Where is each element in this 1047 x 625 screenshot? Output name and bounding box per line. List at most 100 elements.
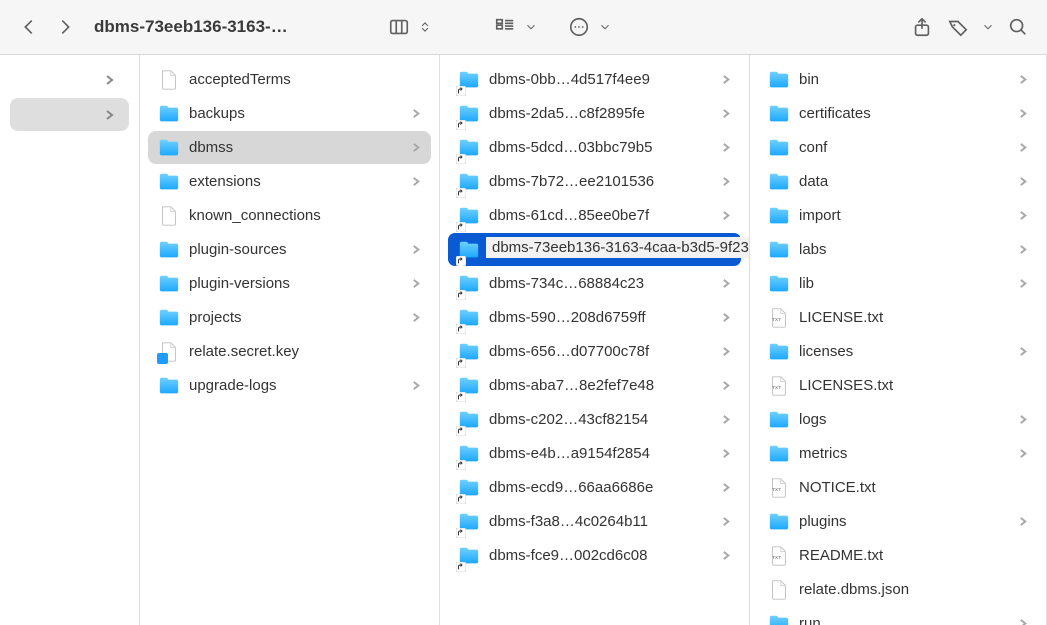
folder-icon: [768, 69, 790, 91]
group-button[interactable]: [488, 10, 522, 44]
folder-icon: [458, 341, 480, 363]
folder-row[interactable]: dbms-73eeb136-3163-4caa-b3d5-9f23dc72c81…: [448, 233, 741, 266]
folder-row[interactable]: certificates: [758, 97, 1038, 130]
folder-icon: [458, 273, 480, 295]
folder-row[interactable]: dbms-f3a8…4c0264b11: [448, 505, 741, 538]
folder-row[interactable]: dbms-656…d07700c78f: [448, 335, 741, 368]
dropdown-chevron-icon[interactable]: [977, 10, 999, 44]
file-row[interactable]: TXT LICENSES.txt: [758, 369, 1038, 402]
file-name: licenses: [799, 343, 1010, 360]
action-chevron-icon[interactable]: [596, 10, 614, 44]
chevron-right-icon: [722, 514, 731, 529]
folder-row[interactable]: dbms-e4b…a9154f2854: [448, 437, 741, 470]
folder-row[interactable]: bin: [758, 63, 1038, 96]
folder-icon: [768, 205, 790, 227]
file-row[interactable]: known_connections: [148, 199, 431, 232]
folder-row[interactable]: dbms-aba7…8e2fef7e48: [448, 369, 741, 402]
folder-row[interactable]: data: [758, 165, 1038, 198]
column-3: bin certificates conf data import labs l…: [750, 55, 1047, 625]
file-name: dbms-7b72…ee2101536: [489, 173, 713, 190]
folder-row[interactable]: dbms-2da5…c8f2895fe: [448, 97, 741, 130]
alias-badge-icon: [456, 525, 466, 535]
chevron-right-icon: [1019, 140, 1028, 155]
file-row[interactable]: TXT README.txt: [758, 539, 1038, 572]
file-name: dbmss: [189, 139, 403, 156]
file-row[interactable]: TXT LICENSE.txt: [758, 301, 1038, 334]
action-button[interactable]: [562, 10, 596, 44]
folder-row[interactable]: upgrade-logs: [148, 369, 431, 402]
alias-badge-icon: [456, 491, 466, 501]
view-columns-button[interactable]: [382, 10, 416, 44]
folder-icon: [458, 103, 480, 125]
folder-icon: [458, 171, 480, 193]
file-name: dbms-734c…68884c23: [489, 275, 713, 292]
folder-icon: [158, 273, 180, 295]
txt-file-icon: TXT: [768, 477, 790, 499]
file-name: extensions: [189, 173, 403, 190]
folder-row[interactable]: dbms-c202…43cf82154: [448, 403, 741, 436]
file-name: labs: [799, 241, 1010, 258]
file-name: dbms-c202…43cf82154: [489, 411, 713, 428]
folder-row[interactable]: dbms-7b72…ee2101536: [448, 165, 741, 198]
file-name: conf: [799, 139, 1010, 156]
file-name: dbms-61cd…85ee0be7f: [489, 207, 713, 224]
file-name: dbms-5dcd…03bbc79b5: [489, 139, 713, 156]
chevron-right-icon: [722, 480, 731, 495]
folder-row[interactable]: logs: [758, 403, 1038, 436]
folder-row[interactable]: labs: [758, 233, 1038, 266]
file-row[interactable]: acceptedTerms: [148, 63, 431, 96]
folder-row[interactable]: conf: [758, 131, 1038, 164]
folder-icon: [768, 171, 790, 193]
chevron-right-icon: [722, 378, 731, 393]
folder-row[interactable]: dbms-61cd…85ee0be7f: [448, 199, 741, 232]
folder-row[interactable]: dbmss: [148, 131, 431, 164]
share-button[interactable]: [905, 10, 939, 44]
chevron-right-icon: [412, 276, 421, 291]
folder-icon: [458, 409, 480, 431]
file-row[interactable]: TXT NOTICE.txt: [758, 471, 1038, 504]
folder-row[interactable]: licenses: [758, 335, 1038, 368]
folder-row[interactable]: metrics: [758, 437, 1038, 470]
file-name: run: [799, 615, 1010, 625]
folder-row[interactable]: lib: [758, 267, 1038, 300]
file-row[interactable]: relate.secret.key: [148, 335, 431, 368]
folder-row[interactable]: backups: [148, 97, 431, 130]
forward-button[interactable]: [48, 10, 82, 44]
alias-badge-icon: [456, 151, 466, 161]
folder-row[interactable]: plugins: [758, 505, 1038, 538]
view-stepper-icon[interactable]: [416, 10, 434, 44]
tags-button[interactable]: [941, 10, 975, 44]
file-name: upgrade-logs: [189, 377, 403, 394]
file-name: LICENSE.txt: [799, 309, 1028, 326]
file-row[interactable]: relate.dbms.json: [758, 573, 1038, 606]
folder-row[interactable]: run: [758, 607, 1038, 625]
folder-row[interactable]: dbms-fce9…002cd6c08: [448, 539, 741, 572]
folder-icon: [458, 477, 480, 499]
file-name: metrics: [799, 445, 1010, 462]
folder-row[interactable]: dbms-734c…68884c23: [448, 267, 741, 300]
folder-row[interactable]: dbms-5dcd…03bbc79b5: [448, 131, 741, 164]
alias-badge-icon: [456, 219, 466, 229]
folder-row[interactable]: dbms-590…208d6759ff: [448, 301, 741, 334]
group-chevron-icon[interactable]: [522, 10, 540, 44]
back-button[interactable]: [12, 10, 46, 44]
chevron-right-icon: [412, 310, 421, 325]
chevron-right-icon: [722, 140, 731, 155]
file-name-editing[interactable]: dbms-73eeb136-3163-4caa-b3d5-9f23dc72c81…: [486, 237, 750, 258]
folder-row[interactable]: import: [758, 199, 1038, 232]
folder-icon: [158, 171, 180, 193]
file-name: dbms-aba7…8e2fef7e48: [489, 377, 713, 394]
folder-row[interactable]: plugin-versions: [148, 267, 431, 300]
folder-row[interactable]: dbms-ecd9…66aa6686e: [448, 471, 741, 504]
chevron-right-icon: [722, 106, 731, 121]
folder-row[interactable]: extensions: [148, 165, 431, 198]
search-button[interactable]: [1001, 10, 1035, 44]
file-name: logs: [799, 411, 1010, 428]
folder-row[interactable]: dbms-0bb…4d517f4ee9: [448, 63, 741, 96]
folder-row[interactable]: plugin-sources: [148, 233, 431, 266]
folder-row[interactable]: projects: [148, 301, 431, 334]
sidebar-item[interactable]: [10, 98, 129, 131]
chevron-right-icon: [722, 174, 731, 189]
sidebar-item[interactable]: [10, 63, 129, 96]
folder-icon: [768, 103, 790, 125]
